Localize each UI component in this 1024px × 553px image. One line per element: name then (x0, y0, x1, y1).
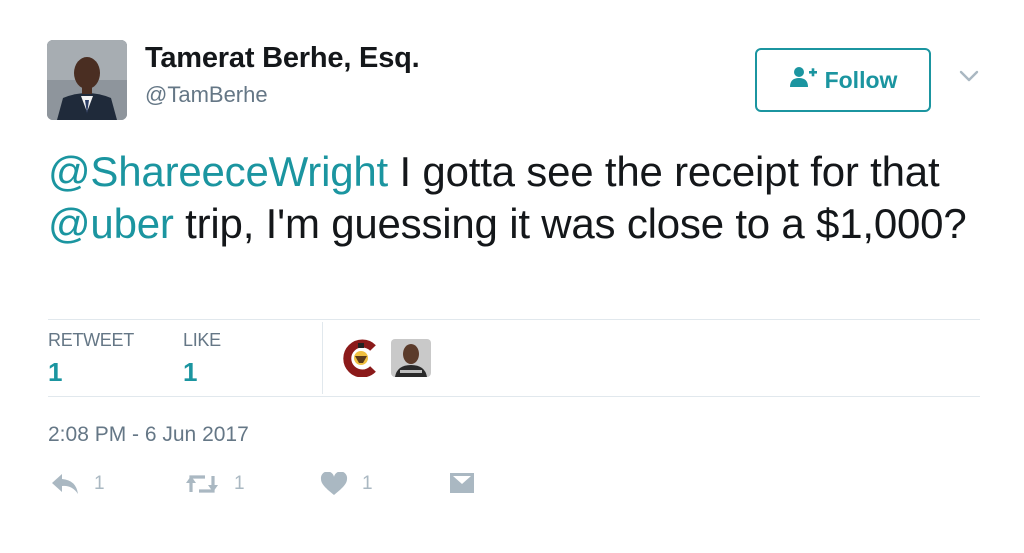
like-button[interactable]: 1 (320, 472, 373, 496)
like-stat-label: LIKE (183, 330, 221, 350)
reply-button[interactable]: 1 (50, 472, 105, 496)
liker-avatar[interactable] (391, 339, 431, 377)
envelope-icon (450, 473, 474, 493)
tweet-text: @ShareeceWright I gotta see the receipt … (48, 146, 978, 250)
retweet-stat-label: RETWEET (48, 330, 134, 350)
follow-button[interactable]: Follow (755, 48, 931, 112)
direct-message-button[interactable] (449, 472, 475, 494)
author-handle[interactable]: @TamBerhe (145, 82, 268, 108)
tweet-text-segment: I gotta see the receipt for that (388, 148, 940, 195)
like-count: 1 (362, 473, 373, 494)
retweet-icon (186, 475, 218, 493)
liker-avatar[interactable] (341, 339, 381, 377)
retweet-button[interactable]: 1 (184, 472, 245, 496)
author-name[interactable]: Tamerat Berhe, Esq. (145, 42, 420, 75)
mention-link[interactable]: @uber (48, 200, 174, 247)
follow-button-label: Follow (824, 66, 898, 93)
reply-count: 1 (94, 473, 105, 494)
add-person-icon (789, 66, 817, 94)
profile-photo (47, 40, 127, 120)
team-logo-icon (341, 339, 381, 377)
retweet-count: 1 (234, 473, 245, 494)
divider (48, 396, 980, 397)
tweet-text-segment: trip, I'm guessing it was close to a $1,… (173, 200, 967, 247)
mention-link[interactable]: @ShareeceWright (48, 148, 388, 195)
tweet-timestamp[interactable]: 2:08 PM - 6 Jun 2017 (48, 423, 249, 447)
heart-icon (320, 472, 348, 495)
tweet-menu-button[interactable] (955, 62, 983, 90)
stats-separator (322, 322, 323, 394)
chevron-down-icon (959, 70, 979, 82)
like-stat[interactable]: LIKE 1 (183, 330, 221, 388)
reply-icon (52, 474, 78, 494)
retweet-stat[interactable]: RETWEET 1 (48, 330, 134, 388)
profile-photo (391, 339, 431, 377)
retweet-stat-count: 1 (48, 357, 63, 387)
divider (48, 319, 980, 320)
like-stat-count: 1 (183, 357, 198, 387)
author-avatar[interactable] (47, 40, 127, 120)
